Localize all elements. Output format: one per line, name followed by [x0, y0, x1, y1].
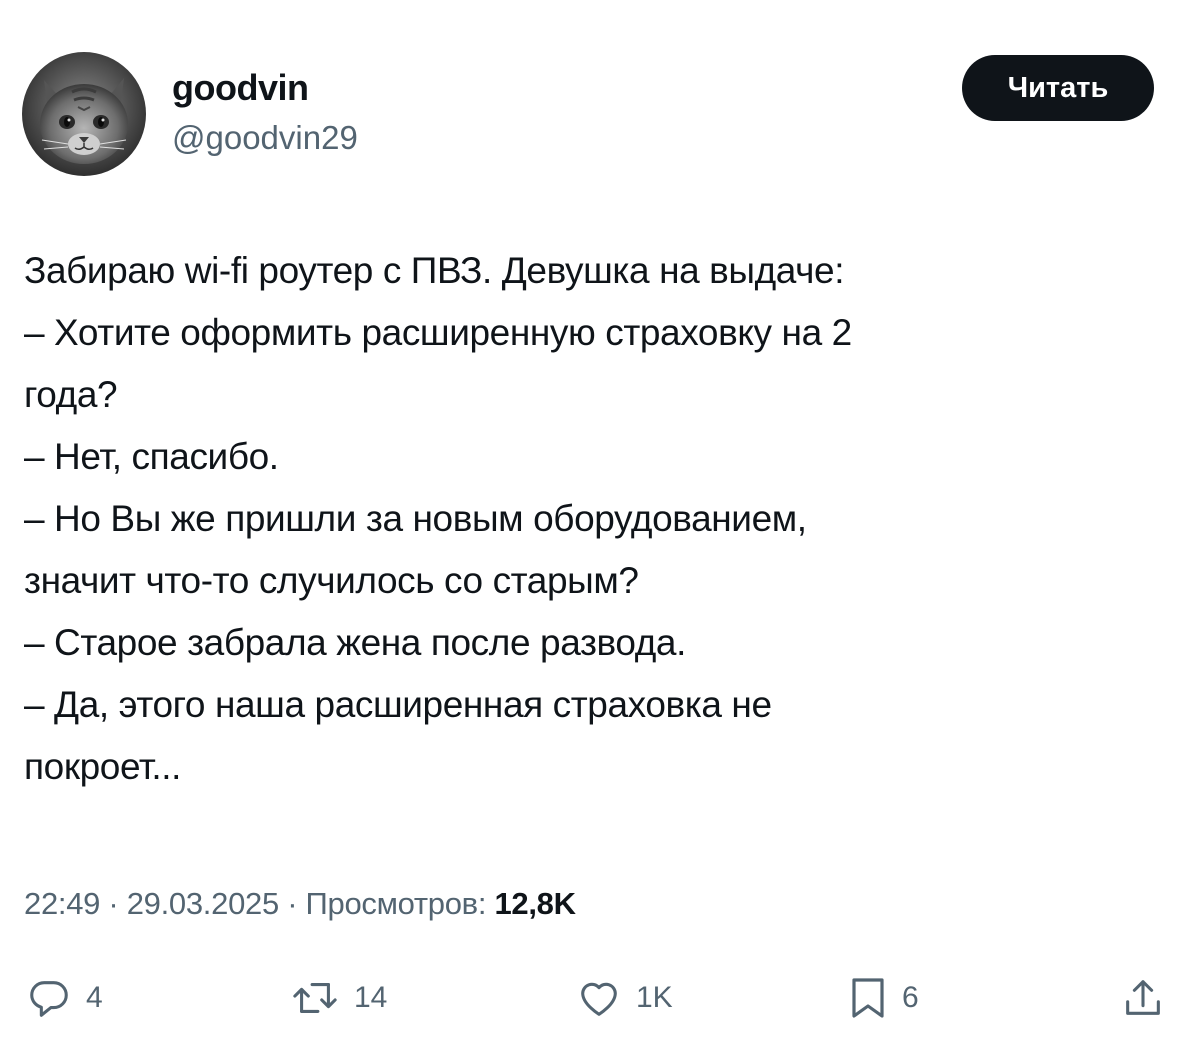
tweet-line: – Да, этого наша расширенная страховка н…: [24, 684, 772, 725]
tweet-line: – Нет, спасибо.: [24, 436, 279, 477]
repost-icon: [293, 983, 337, 1013]
tweet-line: года?: [24, 374, 118, 415]
tweet-line: Забираю wi-fi роутер с ПВЗ. Девушка на в…: [24, 250, 845, 291]
tweet-line: покроет...: [24, 746, 181, 787]
tweet-line: – Но Вы же пришли за новым оборудованием…: [24, 498, 807, 539]
like-count: 1K: [636, 981, 673, 1014]
views-label: Просмотров:: [305, 886, 495, 921]
reply-count: 4: [86, 981, 103, 1014]
tweet-line: – Старое забрала жена после развода.: [24, 622, 686, 663]
bookmark-button[interactable]: 6: [848, 974, 919, 1022]
tweet-time[interactable]: 22:49: [24, 886, 100, 921]
author-display-name[interactable]: goodvin: [172, 66, 309, 110]
share-icon: [1126, 980, 1160, 1015]
follow-button[interactable]: Читать: [962, 55, 1154, 121]
tweet-text: Забираю wi-fi роутер с ПВЗ. Девушка на в…: [24, 240, 1144, 798]
views-count: 12,8K: [494, 886, 576, 921]
repost-button[interactable]: 14: [290, 974, 387, 1022]
tweet-meta: 22:49 · 29.03.2025 · Просмотров: 12,8K: [24, 882, 576, 926]
cat-avatar-icon: [22, 52, 146, 176]
tweet-line: – Хотите оформить расширенную страховку …: [24, 312, 852, 353]
reply-button[interactable]: 4: [26, 974, 103, 1022]
share-button[interactable]: [1120, 974, 1166, 1022]
avatar[interactable]: [22, 52, 146, 176]
meta-separator: ·: [278, 886, 306, 921]
bookmark-count: 6: [902, 981, 919, 1014]
bookmark-icon: [852, 978, 884, 1018]
tweet-date[interactable]: 29.03.2025: [127, 886, 279, 921]
author-handle[interactable]: @goodvin29: [172, 116, 358, 160]
heart-icon: [581, 982, 617, 1016]
repost-count: 14: [354, 981, 388, 1014]
tweet-line: значит что-то случилось со старым?: [24, 560, 639, 601]
like-button[interactable]: 1K: [576, 974, 673, 1022]
meta-separator: ·: [100, 886, 127, 921]
reply-icon: [30, 981, 68, 1017]
